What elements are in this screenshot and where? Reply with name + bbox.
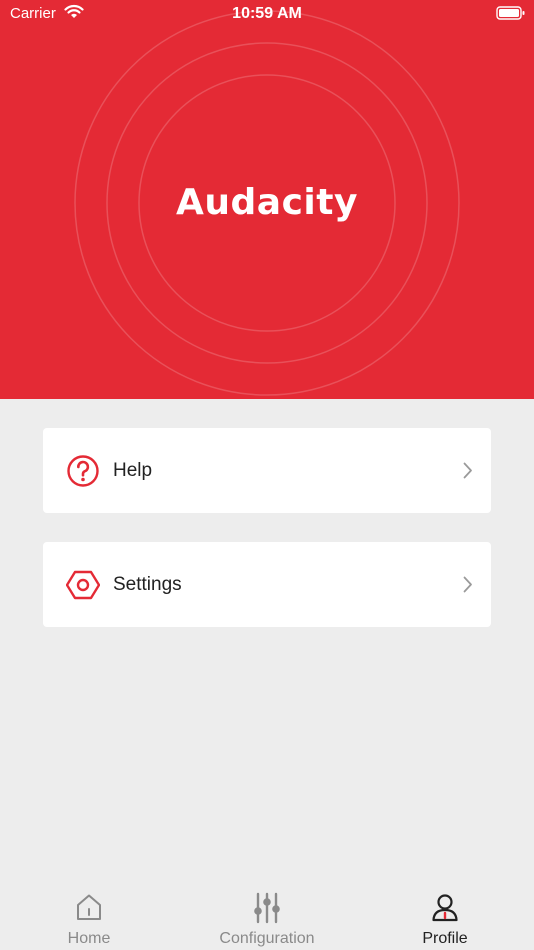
help-menu-item[interactable]: Help xyxy=(43,428,491,513)
settings-hex-icon xyxy=(66,570,100,600)
hero-header: Carrier 10:59 AM Audacity xyxy=(0,0,534,399)
status-bar: Carrier 10:59 AM xyxy=(0,0,534,28)
app-title: Audacity xyxy=(176,182,358,223)
tab-profile[interactable]: Profile xyxy=(356,880,534,950)
clock-time: 10:59 AM xyxy=(232,5,302,22)
sliders-icon xyxy=(254,892,280,924)
chevron-right-icon xyxy=(463,462,472,479)
tab-home-label: Home xyxy=(67,930,111,947)
home-icon xyxy=(77,894,101,920)
tab-bar: Home Configuration Profile xyxy=(0,880,534,950)
battery-icon xyxy=(496,6,525,20)
tab-home[interactable]: Home xyxy=(0,880,178,950)
tab-configuration[interactable]: Configuration xyxy=(178,880,356,950)
tab-profile-label: Profile xyxy=(422,930,468,947)
chevron-right-icon xyxy=(463,576,472,593)
help-label: Help xyxy=(113,460,153,481)
settings-menu-item[interactable]: Settings xyxy=(43,542,491,627)
settings-label: Settings xyxy=(113,574,182,595)
profile-icon xyxy=(432,894,458,922)
help-circle-icon xyxy=(67,455,99,487)
tab-configuration-label: Configuration xyxy=(219,930,315,947)
